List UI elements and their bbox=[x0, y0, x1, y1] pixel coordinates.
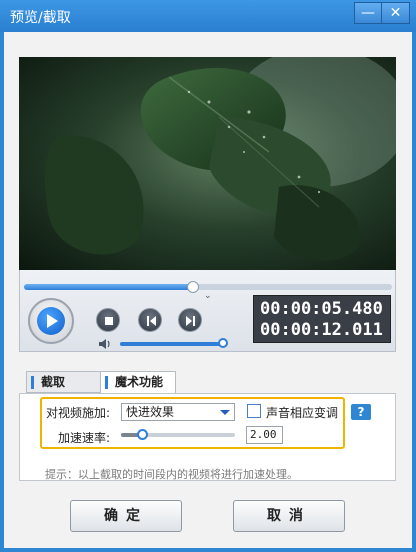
tab-magic-effects[interactable]: 魔术功能 bbox=[100, 371, 176, 394]
stop-button[interactable] bbox=[96, 308, 120, 332]
apply-effect-label: 对视频施加: bbox=[46, 406, 111, 420]
close-button[interactable]: ✕ bbox=[382, 2, 410, 24]
minimize-icon: — bbox=[361, 5, 375, 21]
cancel-button[interactable]: 取消 bbox=[233, 500, 345, 532]
total-time: 00:00:12.011 bbox=[260, 320, 383, 340]
tab-trim[interactable]: 截取 bbox=[26, 371, 101, 393]
window-controls: — ✕ bbox=[354, 2, 410, 24]
dropdown-arrow-icon bbox=[220, 410, 230, 415]
volume-handle[interactable] bbox=[217, 338, 228, 348]
next-frame-icon bbox=[186, 316, 195, 326]
stop-icon bbox=[105, 317, 113, 325]
timeline-slider[interactable] bbox=[24, 281, 392, 293]
magic-effects-panel: 对视频施加: 快进效果 声音相应变调 ? 加速速率: 2.00 提示：以上截取的… bbox=[19, 393, 396, 481]
sound-pitch-checkbox[interactable] bbox=[247, 404, 261, 418]
ok-button[interactable]: 确定 bbox=[70, 500, 182, 532]
title-bar[interactable]: 预览/截取 — ✕ bbox=[0, 0, 416, 32]
effect-select[interactable]: 快进效果 bbox=[121, 403, 235, 421]
volume-slider[interactable] bbox=[120, 338, 228, 348]
timeline-handle[interactable] bbox=[187, 281, 200, 293]
volume-level bbox=[120, 342, 223, 346]
tab-bar: 截取 魔术功能 bbox=[26, 371, 176, 394]
current-time: 00:00:05.480 bbox=[260, 299, 383, 319]
play-button[interactable] bbox=[28, 298, 74, 344]
prev-frame-icon bbox=[147, 316, 156, 326]
minimize-button[interactable]: — bbox=[354, 2, 382, 24]
help-button[interactable]: ? bbox=[351, 404, 371, 420]
rate-input[interactable]: 2.00 bbox=[246, 426, 283, 444]
dialog-body: ⌄ 00:00:05.480 00:00:12.011 截取 魔术功能 对视频施… bbox=[4, 32, 412, 548]
video-preview[interactable] bbox=[19, 57, 396, 270]
chevron-down-icon[interactable]: ⌄ bbox=[204, 291, 212, 301]
effect-select-value: 快进效果 bbox=[126, 405, 175, 419]
next-frame-button[interactable] bbox=[178, 308, 202, 332]
sound-pitch-label[interactable]: 声音相应变调 bbox=[266, 404, 338, 421]
rate-slider-handle[interactable] bbox=[136, 429, 148, 440]
prev-frame-button[interactable] bbox=[138, 308, 162, 332]
playback-controls: ⌄ 00:00:05.480 00:00:12.011 bbox=[19, 270, 396, 352]
preview-window: 预览/截取 — ✕ ⌄ 00:00:05.480 00:00:12.011 截取… bbox=[0, 0, 416, 552]
play-icon bbox=[37, 307, 65, 335]
video-frame-image bbox=[19, 57, 396, 270]
timeline-progress bbox=[24, 284, 194, 290]
rate-slider[interactable] bbox=[121, 429, 235, 440]
hint-text: 提示：以上截取的时间段内的视频将进行加速处理。 bbox=[45, 468, 298, 481]
window-title: 预览/截取 bbox=[10, 10, 71, 26]
volume-icon[interactable] bbox=[98, 338, 112, 350]
close-icon: ✕ bbox=[389, 5, 402, 21]
rate-label: 加速速率: bbox=[58, 431, 111, 445]
time-display: 00:00:05.480 00:00:12.011 bbox=[253, 295, 391, 343]
